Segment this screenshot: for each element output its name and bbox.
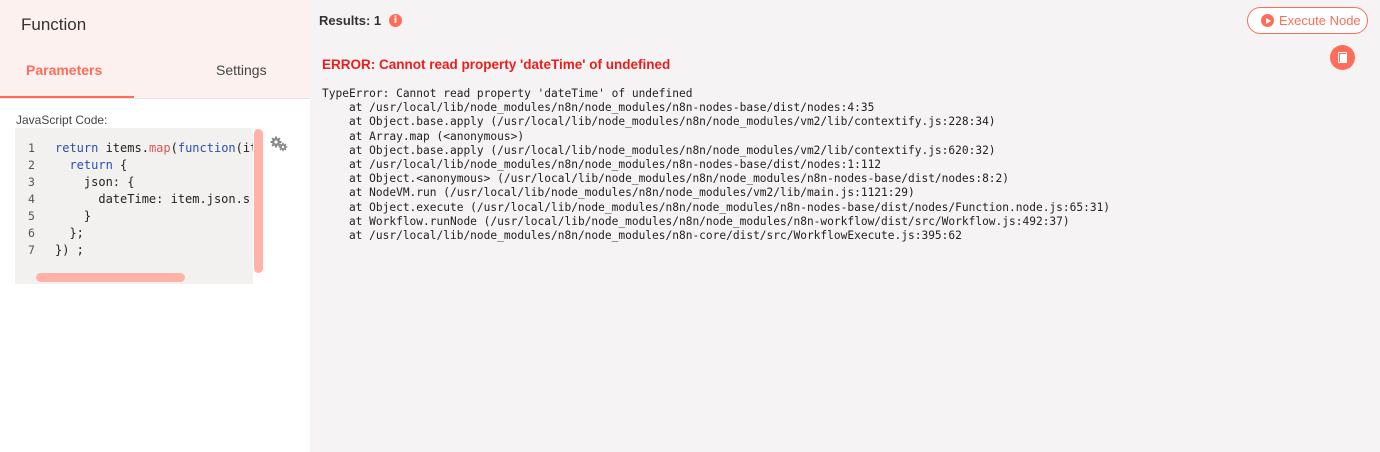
code-text[interactable]: return { (55, 157, 127, 174)
execute-node-label: Execute Node (1279, 13, 1361, 28)
node-header: Function Parameters Settings (0, 0, 310, 98)
line-number: 5 (28, 209, 35, 223)
tab-divider (0, 98, 310, 99)
vertical-scrollbar[interactable] (254, 129, 263, 273)
execute-node-button[interactable]: Execute Node (1247, 7, 1368, 34)
horizontal-scrollbar[interactable] (36, 273, 185, 282)
line-number: 3 (28, 175, 35, 189)
code-text[interactable]: } (55, 208, 91, 225)
code-text[interactable]: }; (55, 225, 83, 242)
tab-settings[interactable]: Settings (216, 62, 267, 78)
line-number: 4 (28, 192, 35, 206)
code-editor[interactable]: 1 return items.map(function(ite 2 return {… (15, 128, 253, 284)
code-text[interactable]: json: { (55, 174, 135, 191)
code-text[interactable]: dateTime: item.json.s (55, 191, 250, 208)
copy-button[interactable] (1330, 45, 1355, 70)
error-message: ERROR: Cannot read property 'dateTime' o… (322, 57, 671, 72)
code-text[interactable]: }) ; (55, 242, 84, 259)
tab-parameters[interactable]: Parameters (26, 62, 102, 78)
line-number: 1 (28, 141, 35, 155)
gears-icon[interactable] (270, 136, 288, 152)
node-details-view: Function Parameters Settings JavaScript … (0, 0, 1380, 452)
line-number: 7 (28, 243, 35, 257)
line-number: 6 (28, 226, 35, 240)
node-title[interactable]: Function (21, 15, 86, 35)
info-icon[interactable]: i (389, 14, 402, 27)
play-icon (1261, 14, 1274, 27)
parameters-panel: Function Parameters Settings JavaScript … (0, 0, 310, 452)
javascript-code-label: JavaScript Code: (16, 113, 108, 127)
results-count: Results: 1 (319, 13, 382, 28)
code-text[interactable]: return items.map(function(ite (55, 140, 253, 157)
error-stack-trace: TypeError: Cannot read property 'dateTim… (322, 87, 1111, 243)
line-number: 2 (28, 158, 35, 172)
